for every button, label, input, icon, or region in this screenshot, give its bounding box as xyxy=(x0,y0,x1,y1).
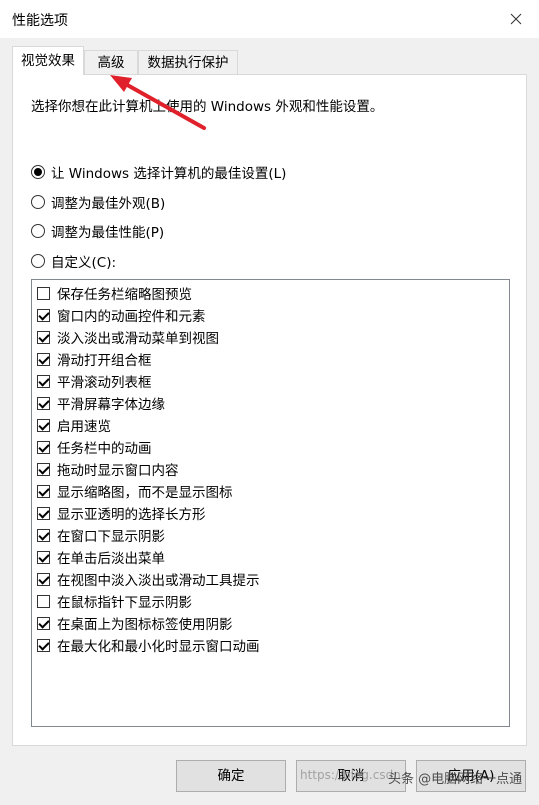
checkbox[interactable] xyxy=(37,374,50,388)
effect-label: 拖动时显示窗口内容 xyxy=(57,463,179,479)
checkbox[interactable] xyxy=(37,528,50,542)
checkbox[interactable] xyxy=(37,594,50,608)
effect-animate-minmax[interactable]: 在最大化和最小化时显示窗口动画 xyxy=(37,635,260,655)
checkbox[interactable] xyxy=(37,550,50,564)
effect-pointer-shadow[interactable]: 在鼠标指针下显示阴影 xyxy=(37,591,192,611)
effect-icon-label-shadows[interactable]: 在桌面上为图标标签使用阴影 xyxy=(37,613,233,633)
effect-label: 在窗口下显示阴影 xyxy=(57,529,165,545)
checkbox[interactable] xyxy=(37,418,50,432)
effect-fade-tooltips[interactable]: 在视图中淡入淡出或滑动工具提示 xyxy=(37,569,260,589)
effect-label: 在最大化和最小化时显示窗口动画 xyxy=(57,639,260,655)
radio-label: 自定义(C): xyxy=(51,255,117,271)
radio-label: 调整为最佳性能(P) xyxy=(51,225,165,241)
checkbox[interactable] xyxy=(37,286,50,300)
effect-label: 启用速览 xyxy=(57,419,111,435)
effect-animate-controls[interactable]: 窗口内的动画控件和元素 xyxy=(37,305,206,325)
radio-label: 调整为最佳外观(B) xyxy=(51,196,166,212)
checkbox[interactable] xyxy=(37,616,50,630)
effect-label: 平滑屏幕字体边缘 xyxy=(57,397,165,413)
effect-label: 显示亚透明的选择长方形 xyxy=(57,507,206,523)
tab-advanced[interactable]: 高级 xyxy=(84,50,138,74)
effect-peek[interactable]: 启用速览 xyxy=(37,415,111,435)
effect-window-shadows[interactable]: 在窗口下显示阴影 xyxy=(37,525,165,545)
checkbox[interactable] xyxy=(37,330,50,344)
effect-label: 在单击后淡出菜单 xyxy=(57,551,165,567)
radio-button[interactable] xyxy=(31,254,45,268)
effect-taskbar-thumbnail-preview[interactable]: 保存任务栏缩略图预览 xyxy=(37,283,192,303)
checkbox[interactable] xyxy=(37,352,50,366)
effect-smooth-scroll[interactable]: 平滑滚动列表框 xyxy=(37,371,152,391)
effect-label: 窗口内的动画控件和元素 xyxy=(57,309,206,325)
radio-label: 让 Windows 选择计算机的最佳设置(L) xyxy=(51,166,287,182)
checkbox[interactable] xyxy=(37,572,50,586)
effect-label: 平滑滚动列表框 xyxy=(57,375,152,391)
effect-label: 任务栏中的动画 xyxy=(57,441,152,457)
checkbox[interactable] xyxy=(37,462,50,476)
effect-thumbnails[interactable]: 显示缩略图，而不是显示图标 xyxy=(37,481,233,501)
apply-button[interactable]: 应用(A) xyxy=(416,760,526,792)
effect-drag-contents[interactable]: 拖动时显示窗口内容 xyxy=(37,459,179,479)
radio-custom[interactable]: 自定义(C): xyxy=(31,251,116,271)
effect-label: 在桌面上为图标标签使用阴影 xyxy=(57,617,233,633)
effects-list[interactable]: 保存任务栏缩略图预览 窗口内的动画控件和元素 淡入淡出或滑动菜单到视图 滑动打开… xyxy=(31,279,510,727)
checkbox[interactable] xyxy=(37,396,50,410)
effect-fade-after-click[interactable]: 在单击后淡出菜单 xyxy=(37,547,165,567)
tab-data-execution-prevention[interactable]: 数据执行保护 xyxy=(138,50,238,74)
effect-smooth-fonts[interactable]: 平滑屏幕字体边缘 xyxy=(37,393,165,413)
effect-label: 显示缩略图，而不是显示图标 xyxy=(57,485,233,501)
effect-label: 在视图中淡入淡出或滑动工具提示 xyxy=(57,573,260,589)
radio-button[interactable] xyxy=(31,224,45,238)
radio-button[interactable] xyxy=(31,165,45,179)
checkbox[interactable] xyxy=(37,484,50,498)
effect-taskbar-animations[interactable]: 任务栏中的动画 xyxy=(37,437,152,457)
radio-best-performance[interactable]: 调整为最佳性能(P) xyxy=(31,221,164,241)
checkbox[interactable] xyxy=(37,308,50,322)
effect-translucent-selection[interactable]: 显示亚透明的选择长方形 xyxy=(37,503,206,523)
checkbox[interactable] xyxy=(37,638,50,652)
effect-label: 在鼠标指针下显示阴影 xyxy=(57,595,192,611)
radio-best-appearance[interactable]: 调整为最佳外观(B) xyxy=(31,192,165,212)
window-title: 性能选项 xyxy=(12,13,68,29)
tab-panel: 选择你想在此计算机上使用的 Windows 外观和性能设置。 让 Windows… xyxy=(12,74,527,746)
radio-let-windows-choose[interactable]: 让 Windows 选择计算机的最佳设置(L) xyxy=(31,162,286,182)
effect-label: 淡入淡出或滑动菜单到视图 xyxy=(57,331,219,347)
close-button[interactable] xyxy=(493,0,539,38)
tab-visual-effects[interactable]: 视觉效果 xyxy=(12,46,84,75)
effect-slide-combo[interactable]: 滑动打开组合框 xyxy=(37,349,152,369)
title-bar: 性能选项 xyxy=(0,0,539,38)
checkbox[interactable] xyxy=(37,506,50,520)
effect-label: 保存任务栏缩略图预览 xyxy=(57,287,192,303)
radio-button[interactable] xyxy=(31,195,45,209)
cancel-button[interactable]: 取消 xyxy=(296,760,406,792)
ok-button[interactable]: 确定 xyxy=(176,760,286,792)
checkbox[interactable] xyxy=(37,440,50,454)
effect-label: 滑动打开组合框 xyxy=(57,353,152,369)
intro-text: 选择你想在此计算机上使用的 Windows 外观和性能设置。 xyxy=(31,99,384,115)
close-icon xyxy=(510,13,522,25)
effect-fade-menus[interactable]: 淡入淡出或滑动菜单到视图 xyxy=(37,327,219,347)
